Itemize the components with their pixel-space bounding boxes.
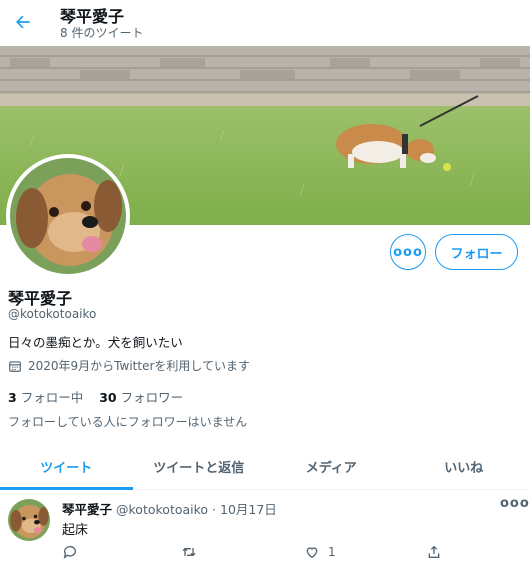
back-button[interactable] xyxy=(8,7,38,37)
follow-button[interactable]: フォロー xyxy=(435,234,518,270)
reply-button[interactable] xyxy=(62,544,78,560)
avatar-photo xyxy=(10,158,126,274)
following-link[interactable]: 3 フォロー中 xyxy=(8,387,83,406)
following-label: フォロー中 xyxy=(20,390,84,405)
avatar-photo xyxy=(8,499,50,541)
tweet-header: 琴平愛子 @kotokotoaiko · 10月17日 xyxy=(62,499,277,518)
tab-media[interactable]: メディア xyxy=(265,444,398,489)
profile-tabs: ツイート ツイートと返信 メディア いいね xyxy=(0,444,530,490)
reply-icon xyxy=(63,546,76,559)
tweet-author-name[interactable]: 琴平愛子 xyxy=(62,499,112,518)
profile-name: 琴平愛子 xyxy=(8,289,73,308)
mutual-followers-note: フォローしている人にフォロワーはいません xyxy=(8,415,248,429)
tweet-text: 起床 xyxy=(62,523,89,538)
tweet-actions: 1 xyxy=(62,544,462,564)
profile-avatar[interactable] xyxy=(6,154,130,278)
retweet-button[interactable] xyxy=(180,544,198,560)
follow-label: フォロー xyxy=(450,246,503,262)
share-button[interactable] xyxy=(426,544,442,560)
heart-icon xyxy=(306,547,318,559)
profile-handle: @kotokotoaiko xyxy=(8,307,97,321)
like-button[interactable]: 1 xyxy=(304,544,336,560)
joined-date: 2020年9月からTwitterを利用しています xyxy=(8,357,250,374)
arrow-left-icon xyxy=(16,15,30,29)
followers-count: 30 xyxy=(99,390,117,405)
avatar xyxy=(10,158,126,274)
tab-likes[interactable]: いいね xyxy=(398,444,530,489)
tab-tweets[interactable]: ツイート xyxy=(0,444,133,490)
tweet-avatar[interactable] xyxy=(8,499,50,541)
header-tweet-count: 8 件のツイート xyxy=(60,26,144,40)
like-count: 1 xyxy=(328,545,336,559)
retweet-icon xyxy=(182,547,196,557)
followers-label: フォロワー xyxy=(120,390,184,405)
tweet-more-button[interactable]: ooo xyxy=(500,496,530,511)
followers-link[interactable]: 30 フォロワー xyxy=(99,387,183,406)
following-count: 3 xyxy=(8,390,17,405)
follow-stats: 3 フォロー中 30 フォロワー xyxy=(8,387,183,406)
profile-bio: 日々の墨痴とか。犬を飼いたい xyxy=(8,335,183,350)
tab-tweets-and-replies[interactable]: ツイートと返信 xyxy=(133,444,266,489)
tweet-meta[interactable]: @kotokotoaiko · 10月17日 xyxy=(116,499,277,518)
joined-text: 2020年9月からTwitterを利用しています xyxy=(28,359,251,373)
share-icon xyxy=(428,545,440,558)
profile-header-bar: 琴平愛子 8 件のツイート xyxy=(0,0,530,46)
calendar-icon xyxy=(9,360,21,372)
more-options-button[interactable]: ooo xyxy=(390,234,426,270)
more-label: ooo xyxy=(393,244,423,260)
